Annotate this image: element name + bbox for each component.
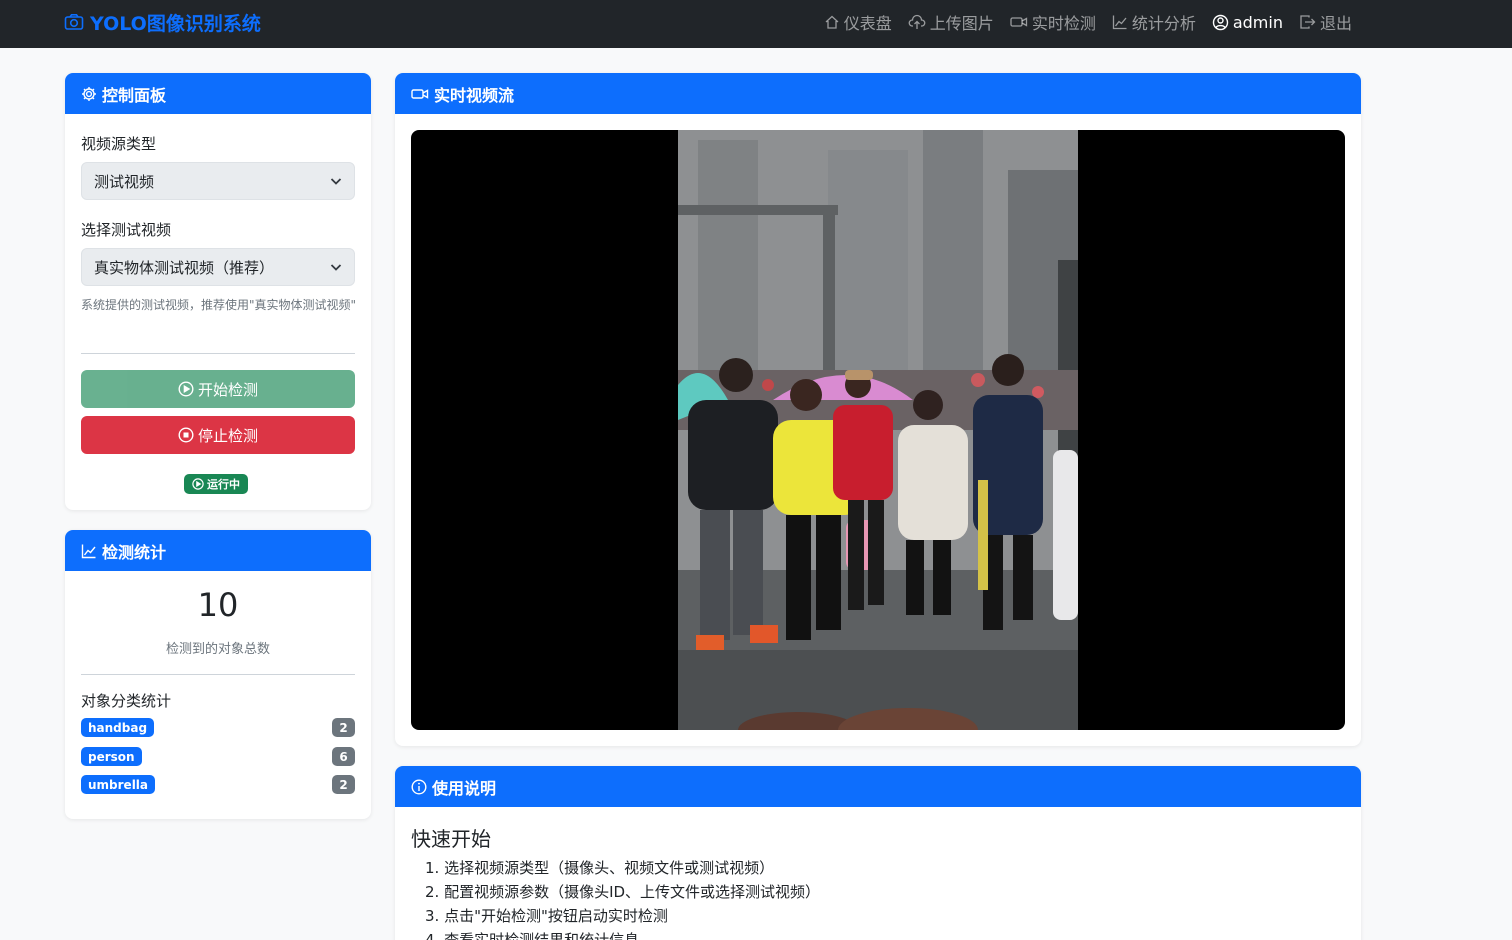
nav-label: 仪表盘	[843, 14, 892, 33]
status-badge: 运行中	[184, 474, 248, 494]
class-name-badge: person	[81, 747, 142, 766]
nav-item-logout[interactable]: 退出	[1299, 10, 1352, 34]
house-icon	[825, 15, 839, 29]
chevron-down-icon	[330, 264, 342, 271]
video-stream-card: 实时视频流	[395, 73, 1361, 746]
person-circle-icon	[1212, 14, 1229, 30]
divider	[81, 353, 355, 354]
list-item: 2. 配置视频源参数（摄像头ID、上传文件或选择测试视频）	[425, 883, 821, 901]
class-row: umbrella 2	[81, 775, 355, 795]
class-count-badge: 6	[332, 747, 355, 766]
instructions-card: 使用说明 快速开始 1. 选择视频源类型（摄像头、视频文件或测试视频） 2. 配…	[395, 766, 1361, 940]
gear-icon	[82, 86, 96, 101]
test-video-select[interactable]: 真实物体测试视频（推荐）	[81, 248, 355, 286]
play-circle-icon	[178, 381, 194, 397]
quick-start-heading: 快速开始	[411, 827, 491, 851]
start-detection-button[interactable]: 开始检测	[81, 370, 355, 408]
class-stats-title: 对象分类统计	[81, 692, 172, 710]
select-value: 真实物体测试视频（推荐）	[94, 258, 275, 277]
quick-start-steps: 1. 选择视频源类型（摄像头、视频文件或测试视频） 2. 配置视频源参数（摄像头…	[425, 856, 820, 940]
source-type-label: 视频源类型	[81, 135, 157, 153]
test-video-label: 选择测试视频	[81, 221, 172, 239]
class-name-badge: umbrella	[81, 775, 156, 794]
stop-detection-button[interactable]: 停止检测	[81, 416, 355, 454]
list-item: 4. 查看实时检测结果和统计信息	[425, 931, 640, 940]
nav-menu: 仪表盘 上传图片 实时检测 统计分析 admin 退出	[808, 0, 1352, 44]
source-type-select[interactable]: 测试视频	[81, 162, 355, 200]
button-label: 开始检测	[197, 380, 258, 399]
nav-label: 实时检测	[1031, 14, 1096, 33]
nav-label: 退出	[1319, 14, 1352, 33]
card-title: 控制面板	[102, 85, 167, 105]
brand-title: YOLO图像识别系统	[90, 12, 261, 35]
stop-circle-icon	[178, 427, 194, 443]
select-value: 测试视频	[94, 172, 155, 191]
card-title: 检测统计	[102, 542, 167, 562]
video-frame	[678, 130, 1078, 730]
brand-link[interactable]: YOLO图像识别系统	[64, 9, 261, 35]
total-objects-label: 检测到的对象总数	[165, 642, 270, 657]
class-row: person 6	[81, 747, 355, 767]
test-video-help-text: 系统提供的测试视频，推荐使用"真实物体测试视频"	[81, 298, 357, 312]
status-label: 运行中	[207, 478, 240, 491]
cloud-upload-icon	[908, 14, 926, 29]
top-navbar: YOLO图像识别系统 仪表盘 上传图片 实时检测 统计分析 admin 退出	[0, 0, 1512, 48]
class-count-badge: 2	[332, 775, 355, 794]
card-header: 实时视频流	[395, 73, 1361, 114]
list-item: 3. 点击"开始检测"按钮启动实时检测	[425, 907, 668, 925]
list-item: 1. 选择视频源类型（摄像头、视频文件或测试视频）	[425, 859, 775, 877]
nav-label: 统计分析	[1131, 14, 1196, 33]
nav-item-statistics[interactable]: 统计分析	[1112, 10, 1196, 34]
class-row: handbag 2	[81, 718, 355, 738]
nav-item-user[interactable]: admin	[1212, 13, 1283, 32]
box-arrow-right-icon	[1300, 15, 1316, 29]
info-circle-icon	[411, 778, 427, 795]
graph-up-icon	[1112, 15, 1127, 30]
nav-item-dashboard[interactable]: 仪表盘	[824, 10, 892, 34]
total-objects-count: 10	[197, 586, 239, 624]
card-title: 实时视频流	[434, 85, 515, 105]
card-header: 使用说明	[395, 766, 1361, 807]
camera-video-icon	[1010, 17, 1027, 27]
camera-video-icon	[411, 88, 429, 99]
camera-icon	[64, 14, 84, 30]
video-frame-image	[678, 130, 1078, 730]
nav-label: 上传图片	[929, 14, 994, 33]
divider	[81, 674, 355, 675]
nav-label: admin	[1232, 12, 1283, 32]
card-title: 使用说明	[432, 778, 497, 798]
video-stream	[411, 130, 1345, 730]
button-label: 停止检测	[197, 426, 258, 445]
card-header: 控制面板	[65, 73, 371, 114]
graph-up-icon	[81, 544, 96, 558]
card-header: 检测统计	[65, 530, 371, 571]
play-circle-icon	[192, 478, 204, 490]
class-count-badge: 2	[332, 718, 355, 737]
detection-stats-card: 检测统计 10 检测到的对象总数 对象分类统计 handbag 2 person…	[65, 530, 371, 819]
chevron-down-icon	[330, 178, 342, 185]
control-panel-card: 控制面板 视频源类型 测试视频 选择测试视频 真实物体测试视频（推荐） 系统提供…	[65, 73, 371, 510]
class-name-badge: handbag	[81, 718, 155, 737]
nav-item-realtime[interactable]: 实时检测	[1010, 10, 1096, 34]
nav-item-upload[interactable]: 上传图片	[908, 10, 994, 34]
